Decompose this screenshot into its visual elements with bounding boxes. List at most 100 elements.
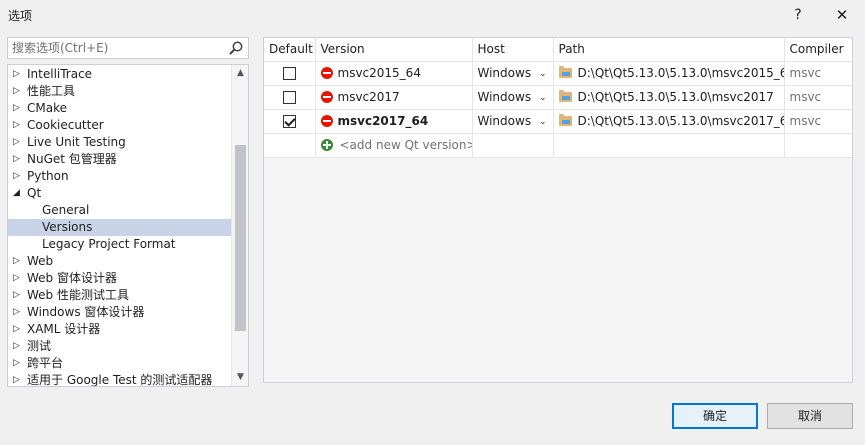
tree-item-qt-legacy-project-format[interactable]: Legacy Project Format <box>8 236 232 253</box>
expand-arrow-icon[interactable]: ▷ <box>13 151 23 168</box>
version-name: msvc2017_64 <box>337 114 429 128</box>
tree-item-qt-versions[interactable]: Versions <box>8 219 232 236</box>
expand-arrow-icon[interactable]: ▷ <box>13 117 23 134</box>
folder-icon <box>558 66 572 78</box>
tree-item-python[interactable]: ▷ Python <box>8 168 232 185</box>
expand-arrow-icon[interactable]: ▷ <box>13 321 23 338</box>
host-cell[interactable]: Windows ⌄ <box>472 61 554 86</box>
tree-item-web-forms-designer[interactable]: ▷ Web 窗体设计器 <box>8 270 232 287</box>
tree-scrollbar[interactable]: ▲ ▼ <box>231 65 248 386</box>
chevron-down-icon[interactable]: ⌄ <box>539 110 547 133</box>
path-cell[interactable]: D:\Qt\Qt5.13.0\5.13.0\msvc2017 <box>553 85 785 110</box>
collapse-arrow-icon[interactable]: ◢ <box>13 185 23 202</box>
error-icon <box>320 115 333 127</box>
close-button[interactable]: ✕ <box>830 4 854 26</box>
path-cell[interactable]: D:\Qt\Qt5.13.0\5.13.0\msvc2015_64 <box>553 61 785 86</box>
add-version-label: <add new Qt version> <box>339 138 472 152</box>
column-header-version[interactable]: Version <box>315 38 473 62</box>
add-version-row[interactable]: <add new Qt version> <box>264 133 852 158</box>
host-value: Windows <box>477 66 532 80</box>
tree-item-label: 跨平台 <box>27 356 64 370</box>
tree-item-live-unit-testing[interactable]: ▷ Live Unit Testing <box>8 134 232 151</box>
table-row[interactable]: msvc2017_64 Windows ⌄ D:\Qt\Qt5.13.0\5.13… <box>264 109 852 134</box>
version-cell[interactable]: msvc2015_64 <box>315 61 473 86</box>
table-row[interactable]: msvc2017 Windows ⌄ D:\Qt\Qt5.13.0\5.13.0\… <box>264 85 852 110</box>
folder-icon <box>558 114 572 126</box>
column-header-path[interactable]: Path <box>553 38 785 62</box>
version-cell[interactable]: msvc2017 <box>315 85 473 110</box>
host-cell[interactable]: Windows ⌄ <box>472 109 554 134</box>
qt-versions-grid: Default Version Host Path Compiler msvc2… <box>263 37 853 383</box>
tree-item-windows-forms-designer[interactable]: ▷ Windows 窗体设计器 <box>8 304 232 321</box>
search-box <box>7 37 249 59</box>
column-header-host[interactable]: Host <box>472 38 554 62</box>
tree-item-label: Web 窗体设计器 <box>27 271 117 285</box>
tree-item-label: Cookiecutter <box>27 118 104 132</box>
empty-cell <box>264 133 316 158</box>
column-header-compiler[interactable]: Compiler <box>784 38 852 62</box>
expand-arrow-icon[interactable]: ▷ <box>13 304 23 321</box>
expand-arrow-icon[interactable]: ▷ <box>13 287 23 304</box>
expand-arrow-icon[interactable]: ▷ <box>13 83 23 100</box>
tree-item-label: 适用于 Google Test 的测试适配器 <box>27 373 213 387</box>
default-checkbox-checked[interactable] <box>282 115 296 128</box>
expand-arrow-icon[interactable]: ▷ <box>13 270 23 287</box>
empty-cell <box>784 133 852 158</box>
column-header-default[interactable]: Default <box>264 38 316 62</box>
help-button[interactable]: ? <box>786 4 810 26</box>
expand-arrow-icon[interactable]: ▷ <box>13 355 23 372</box>
expand-arrow-icon[interactable]: ▷ <box>13 372 23 386</box>
tree-item-label: Versions <box>42 220 93 234</box>
default-checkbox[interactable] <box>282 91 296 104</box>
tree-item-label: XAML 设计器 <box>27 322 101 336</box>
expand-arrow-icon[interactable]: ▷ <box>13 168 23 185</box>
tree-item-web[interactable]: ▷ Web <box>8 253 232 270</box>
tree-item-label: Windows 窗体设计器 <box>27 305 145 319</box>
expand-arrow-icon[interactable]: ▷ <box>13 66 23 83</box>
tree-item-google-test-adapter[interactable]: ▷ 适用于 Google Test 的测试适配器 <box>8 372 232 387</box>
version-cell[interactable]: msvc2017_64 <box>315 109 473 134</box>
path-value: D:\Qt\Qt5.13.0\5.13.0\msvc2017_64 <box>577 114 784 128</box>
tree-list: ▷ IntelliTrace ▷ 性能工具 ▷ CMake ▷ Cookiecutter… <box>8 66 232 387</box>
expand-arrow-icon[interactable]: ▷ <box>13 134 23 151</box>
tree-item-label: Web 性能测试工具 <box>27 288 129 302</box>
tree-item-label: Qt <box>27 186 42 200</box>
ok-button[interactable]: 确定 <box>672 403 758 429</box>
tree-item-intellitrace[interactable]: ▷ IntelliTrace <box>8 66 232 83</box>
version-name: msvc2015_64 <box>337 66 421 80</box>
default-checkbox[interactable] <box>282 67 296 80</box>
empty-cell <box>472 133 554 158</box>
tree-item-cross-platform[interactable]: ▷ 跨平台 <box>8 355 232 372</box>
chevron-down-icon[interactable]: ⌄ <box>539 86 547 109</box>
title-bar: 选项 ? ✕ <box>0 0 865 30</box>
tree-item-performance-tools[interactable]: ▷ 性能工具 <box>8 83 232 100</box>
host-cell[interactable]: Windows ⌄ <box>472 85 554 110</box>
tree-item-qt[interactable]: ◢ Qt <box>8 185 232 202</box>
tree-item-qt-general[interactable]: General <box>8 202 232 219</box>
tree-item-nuget[interactable]: ▷ NuGet 包管理器 <box>8 151 232 168</box>
error-icon <box>320 91 333 103</box>
tree-item-web-performance-test[interactable]: ▷ Web 性能测试工具 <box>8 287 232 304</box>
tree-item-cookiecutter[interactable]: ▷ Cookiecutter <box>8 117 232 134</box>
scroll-thumb[interactable] <box>235 145 246 331</box>
scroll-up-icon[interactable]: ▲ <box>232 65 248 82</box>
tree-item-cmake[interactable]: ▷ CMake <box>8 100 232 117</box>
tree-item-label: Web <box>27 254 54 268</box>
table-row[interactable]: msvc2015_64 Windows ⌄ D:\Qt\Qt5.13.0\5.13… <box>264 61 852 86</box>
scroll-down-icon[interactable]: ▼ <box>232 369 248 386</box>
empty-cell <box>553 133 785 158</box>
expand-arrow-icon[interactable]: ▷ <box>13 100 23 117</box>
tree-item-test[interactable]: ▷ 测试 <box>8 338 232 355</box>
add-version-cell[interactable]: <add new Qt version> <box>315 133 473 158</box>
expand-arrow-icon[interactable]: ▷ <box>13 253 23 270</box>
compiler-cell: msvc <box>784 85 852 110</box>
chevron-down-icon[interactable]: ⌄ <box>539 62 547 85</box>
path-cell[interactable]: D:\Qt\Qt5.13.0\5.13.0\msvc2017_64 <box>553 109 785 134</box>
table-header-row: Default Version Host Path Compiler <box>264 38 852 62</box>
search-icon[interactable] <box>228 40 244 56</box>
search-input[interactable] <box>8 38 218 58</box>
expand-arrow-icon[interactable]: ▷ <box>13 338 23 355</box>
tree-item-xaml-designer[interactable]: ▷ XAML 设计器 <box>8 321 232 338</box>
compiler-cell: msvc <box>784 109 852 134</box>
cancel-button[interactable]: 取消 <box>767 403 853 429</box>
